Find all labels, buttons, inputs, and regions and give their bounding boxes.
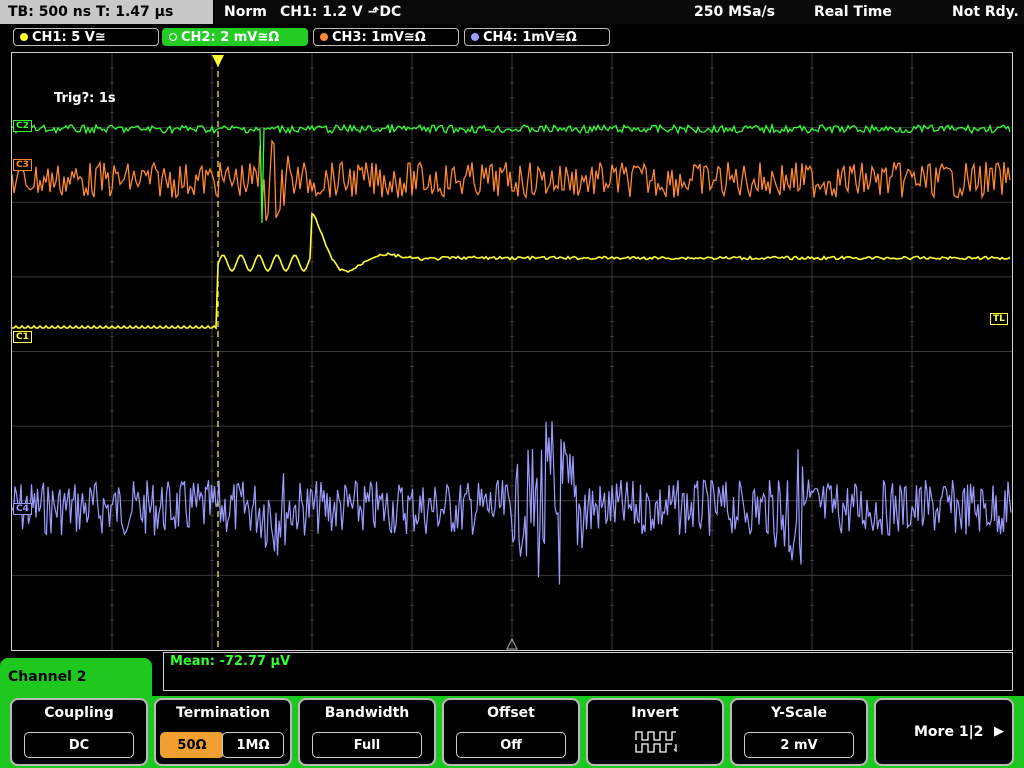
coupling-softkey[interactable]: Coupling DC [10,698,148,766]
bandwidth-softkey[interactable]: Bandwidth Full [298,698,436,766]
ch1-dot-icon [20,32,28,41]
ch2-label: CH2: 2 mV≅Ω [181,30,280,45]
measurement-strip [163,652,1013,691]
yscale-title: Y-Scale [770,705,827,721]
graticule-grid [12,53,1012,650]
sample-rate: 250 MSa/s [694,4,776,20]
more-label: More 1|2 [914,724,984,740]
trigger-level-marker[interactable]: TL [990,313,1008,325]
ch2-marker[interactable]: C2 [13,120,32,132]
ch3-waveform [12,138,1011,222]
timebase-readout[interactable]: TB: 500 ns T: 1.47 µs [0,0,213,24]
ch3-marker[interactable]: C3 [13,159,32,171]
ch1-label: CH1: 5 V≅ [32,30,106,45]
channel-tab-1[interactable]: CH1: 5 V≅ [13,28,159,46]
ch4-label: CH4: 1mV≅Ω [483,30,577,45]
trigger-position-marker [212,55,224,67]
ch3-dot-icon [320,32,328,41]
invert-title: Invert [631,705,679,721]
ch4-marker[interactable]: C4 [13,503,32,515]
offset-softkey[interactable]: Offset Off [442,698,580,766]
offset-title: Offset [487,705,535,721]
waveform-canvas [12,53,1012,650]
termination-title: Termination [176,705,270,721]
ch2-dot-icon [169,32,177,41]
channel-tab-2[interactable]: CH2: 2 mV≅Ω [162,28,308,46]
yscale-value[interactable]: 2 mV [744,732,854,758]
termination-50ohm[interactable]: 50Ω [160,732,224,758]
more-softkey[interactable]: More 1|2 ▶ [874,698,1014,766]
trigger-source[interactable]: CH1: 1.2 V ⬏DC [280,0,401,24]
coupling-value[interactable]: DC [24,732,134,758]
coupling-title: Coupling [44,705,114,721]
channel-tab-4[interactable]: CH4: 1mV≅Ω [464,28,610,46]
termination-1mohm[interactable]: 1MΩ [222,732,284,758]
timebase-text: TB: 500 ns T: 1.47 µs [8,4,174,20]
invert-waveform-icon [635,731,677,753]
status-bar: Norm CH1: 1.2 V ⬏DC 250 MSa/s Real Time … [214,0,1024,24]
ch3-label: CH3: 1mV≅Ω [332,30,426,45]
bandwidth-value[interactable]: Full [312,732,422,758]
invert-softkey[interactable]: Invert [586,698,724,766]
channel-tab-3[interactable]: CH3: 1mV≅Ω [313,28,459,46]
ch1-marker[interactable]: C1 [13,331,32,343]
termination-softkey[interactable]: Termination 50Ω 1MΩ [154,698,292,766]
ready-status: Not Rdy. [952,4,1019,20]
offset-value[interactable]: Off [456,732,566,758]
trigger-mode[interactable]: Norm [224,0,267,24]
arrow-right-icon: ▶ [994,724,1004,739]
menu-title: Channel 2 [0,658,152,698]
ch1-waveform [12,211,1011,330]
yscale-softkey[interactable]: Y-Scale 2 mV [730,698,868,766]
waveform-display[interactable]: Trig?: 1s C2 C3 C1 C4 TL [11,52,1013,651]
ch4-dot-icon [471,32,479,41]
mean-measurement: Mean: -72.77 µV [170,654,291,669]
bandwidth-title: Bandwidth [324,705,410,721]
acquisition-mode: Real Time [814,4,892,20]
trigger-info: Trig?: 1s [54,91,116,106]
